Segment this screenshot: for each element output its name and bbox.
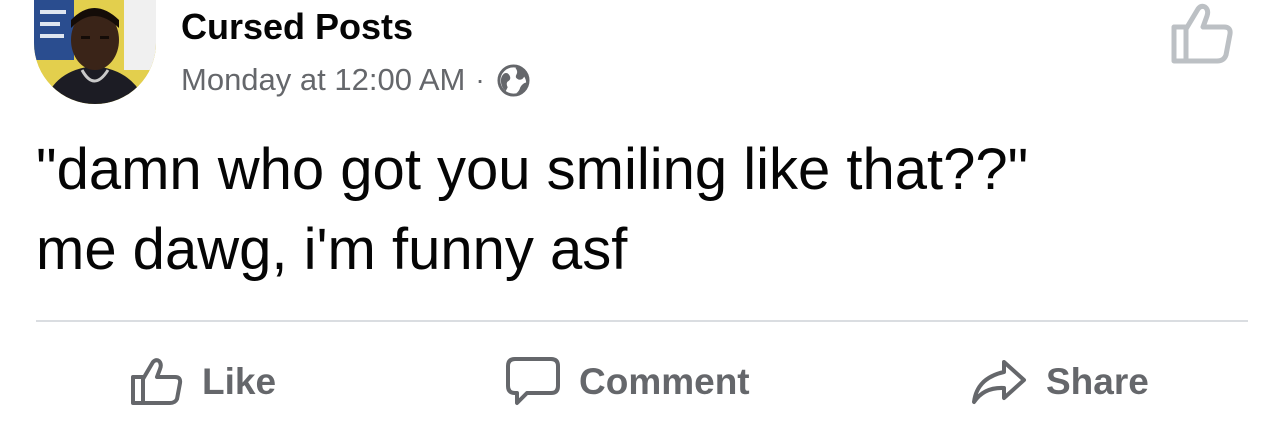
post-text: "damn who got you smiling like that??" m… [36,130,1256,290]
globe-icon [497,63,530,97]
divider [36,320,1248,322]
page-name[interactable]: Cursed Posts [181,6,413,48]
comment-button[interactable]: Comment [505,352,750,412]
avatar-photo [34,0,156,104]
share-label: Share [1046,361,1149,402]
share-button[interactable]: Share [970,352,1149,412]
post-timestamp[interactable]: Monday at 12:00 AM [181,62,465,98]
post-text-line: "damn who got you smiling like that??" [36,137,1029,202]
post-meta: Monday at 12:00 AM · [181,60,530,100]
comment-bubble-icon [506,357,560,405]
thumbs-up-icon[interactable] [1170,3,1234,65]
share-arrow-icon [972,360,1026,404]
like-button[interactable]: Like [130,352,276,412]
meta-separator: · [475,64,485,95]
post-text-line: me dawg, i'm funny asf [36,217,628,282]
post-card: Cursed Posts Monday at 12:00 AM · "damn … [0,0,1284,427]
comment-label: Comment [579,361,750,402]
page-avatar[interactable] [34,0,156,104]
like-label: Like [202,361,277,402]
thumbs-up-icon [131,358,183,405]
